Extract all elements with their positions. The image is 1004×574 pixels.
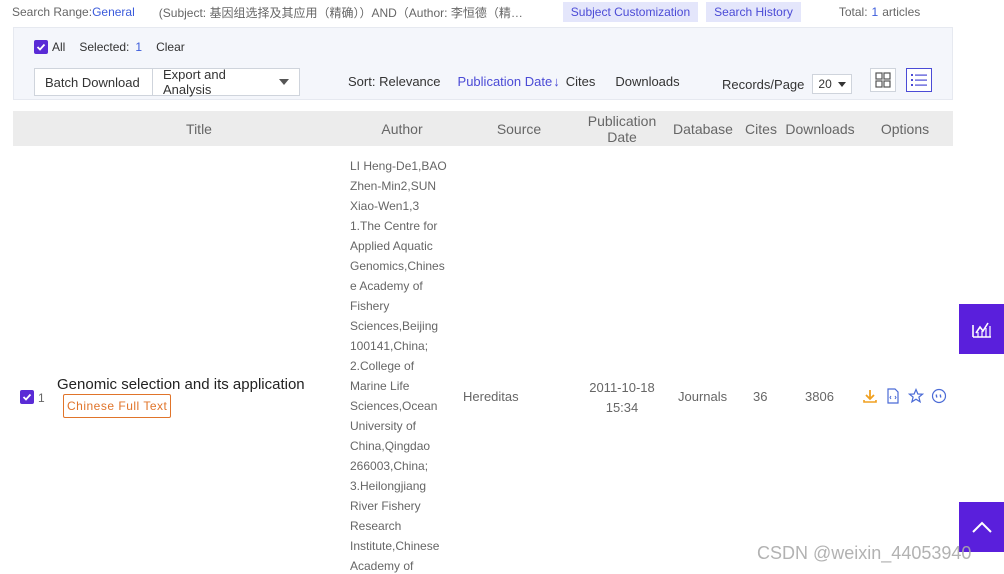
results-toolbar: All Selected: 1 Clear Batch Download Exp… [13, 27, 953, 100]
article-title-link[interactable]: Genomic selection and its application [57, 376, 305, 393]
records-per-page: Records/Page 20 [722, 74, 853, 94]
row-index: 1 [38, 391, 45, 405]
download-icon[interactable] [861, 387, 878, 404]
records-per-page-select[interactable]: 20 [812, 74, 853, 94]
author-line: Applied Aquatic [350, 239, 433, 253]
total-label: Total: [838, 5, 868, 19]
arrow-up-icon [971, 521, 992, 533]
search-history-button[interactable]: Search History [706, 2, 801, 22]
quote-icon[interactable] [930, 387, 947, 404]
total-unit: articles [882, 5, 921, 19]
author-line: 100141,China; [350, 339, 429, 353]
author-line: Fishery [350, 299, 390, 313]
downloads-count: 3806 [805, 389, 834, 404]
selected-count[interactable]: 1 [135, 40, 142, 54]
sort-relevance[interactable]: Relevance [379, 74, 440, 89]
cites-count[interactable]: 36 [753, 389, 767, 404]
chinese-full-text-button[interactable]: Chinese Full Text [63, 394, 172, 418]
list-view-button[interactable] [906, 68, 932, 92]
author-line: Research [350, 519, 402, 533]
search-range-value[interactable]: General [92, 5, 135, 19]
header-author: Author [381, 120, 423, 137]
total-results: Total: 1 articles [839, 5, 920, 19]
header-publication-date: Publication Date [587, 112, 657, 145]
watermark-text: CSDN @weixin_44053940 [757, 543, 972, 563]
author-line: 3.Heilongjiang [350, 479, 427, 493]
select-all-label[interactable]: All [52, 40, 65, 54]
chart-icon [971, 322, 991, 338]
source-link[interactable]: Hereditas [463, 389, 519, 404]
sort-publication-date[interactable]: Publication Date [458, 74, 553, 89]
author-line: 2.College of [350, 359, 415, 373]
author-line: Zhen-Min2,SUN [350, 179, 437, 193]
html-read-icon[interactable] [884, 387, 901, 404]
author-line: Genomics,Chines [350, 259, 445, 273]
row-options [861, 387, 947, 404]
caret-down-icon [279, 79, 289, 85]
results-table-header: Title Author Source Publication Date Dat… [13, 111, 953, 146]
search-query-text: (Subject: 基因组选择及其应用（精确））AND（Author: 李恒德（… [158, 5, 523, 20]
select-all-checkbox[interactable] [34, 40, 48, 54]
sort-label: Sort: Relevance [348, 74, 441, 89]
export-analysis-label: Export and Analysis [163, 67, 226, 97]
database-name: Journals [678, 389, 728, 404]
author-line: Institute,Chinese [350, 539, 440, 553]
author-line: Academy of [350, 559, 414, 573]
header-downloads: Downloads [785, 120, 855, 137]
action-buttons: Batch Download Export and Analysis [34, 67, 300, 97]
publication-date: 2011-10-18 15:34 [589, 380, 655, 415]
author-line: 266003,China; [350, 459, 429, 473]
export-analysis-dropdown[interactable]: Export and Analysis [153, 67, 300, 97]
star-icon[interactable] [907, 387, 924, 404]
header-database: Database [673, 120, 733, 137]
search-summary-bar: Search Range: General (Subject: 基因组选择及其应… [0, 0, 960, 24]
list-view-icon [911, 74, 927, 86]
clear-selection-button[interactable]: Clear [156, 40, 185, 54]
author-line: 1.The Centre for [350, 219, 438, 233]
check-icon [36, 43, 46, 51]
author-line: University of [350, 419, 417, 433]
selection-row: All Selected: 1 Clear [34, 40, 185, 54]
row-checkbox[interactable] [20, 390, 34, 404]
records-per-page-value: 20 [818, 77, 832, 91]
subject-customization-button[interactable]: Subject Customization [562, 2, 699, 22]
author-line: China,Qingdao [350, 439, 431, 453]
author-line: Marine Life [350, 379, 410, 393]
author-line: Xiao-Wen1,3 [350, 199, 420, 213]
grid-view-button[interactable] [870, 68, 896, 92]
chevron-down-icon [838, 81, 847, 87]
sort-downloads[interactable]: Downloads [615, 74, 679, 89]
total-count: 1 [871, 5, 879, 19]
table-row: 1 Genomic selection and its application … [13, 146, 953, 574]
header-title: Title [186, 120, 212, 137]
author-line: Sciences,Ocean [350, 399, 438, 413]
header-source: Source [496, 120, 542, 137]
sort-cites[interactable]: Cites [566, 74, 596, 89]
check-icon [22, 393, 32, 401]
batch-download-label: Batch Download [45, 74, 140, 90]
search-range-label: Search Range: [12, 5, 93, 19]
author-affiliations: LI Heng-De1,BAO Zhen-Min2,SUN Xiao-Wen1,… [350, 156, 454, 574]
sort-options: Sort: Relevance Publication Date ↓ Cites… [348, 74, 680, 89]
visual-analysis-button[interactable] [959, 304, 1004, 354]
author-line: LI Heng-De1,BAO [350, 159, 447, 173]
header-options: Options [880, 120, 930, 137]
author-line: e Academy of [350, 279, 423, 293]
batch-download-button[interactable]: Batch Download [34, 68, 153, 96]
author-line: River Fishery [350, 499, 421, 513]
selected-label: Selected: [79, 40, 130, 54]
records-per-page-label: Records/Page [722, 76, 805, 92]
grid-view-icon [875, 72, 891, 88]
sort-desc-arrow-icon: ↓ [553, 74, 560, 89]
author-line: Sciences,Beijing [350, 319, 439, 333]
header-cites: Cites [745, 120, 777, 137]
